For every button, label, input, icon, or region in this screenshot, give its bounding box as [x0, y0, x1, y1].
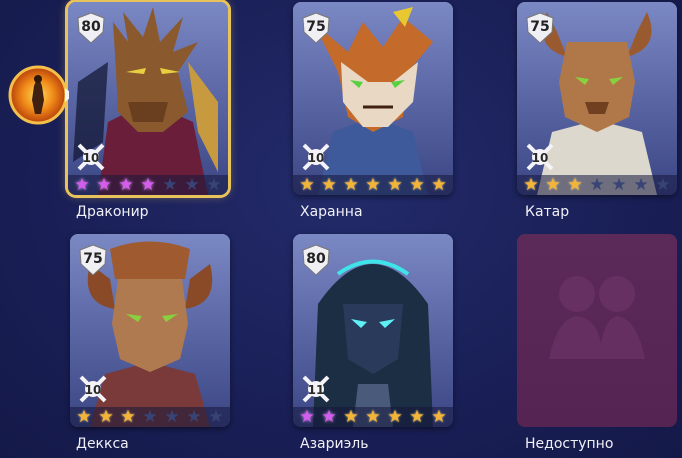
star-row: ★ ★ ★ ★ ★ ★ ★: [70, 407, 230, 427]
star-icon-gold: ★: [343, 407, 359, 427]
locked-silhouette-icon: [549, 276, 645, 359]
level-value: 75: [530, 19, 550, 35]
star-icon-gold: ★: [299, 175, 315, 195]
star-icon-gold: ★: [431, 407, 447, 427]
star-icon-gold: ★: [409, 175, 425, 195]
star-icon-purple: ★: [321, 407, 337, 427]
rank-crossed-swords-icon: 10: [525, 142, 555, 172]
level-value: 80: [306, 251, 326, 267]
hero-card-azariel[interactable]: 80 11 ★ ★ ★ ★ ★ ★ ★: [293, 234, 453, 427]
active-skill-icon[interactable]: [7, 64, 69, 126]
star-row: ★ ★ ★ ★ ★ ★ ★: [68, 175, 228, 195]
rank-value: 10: [307, 151, 325, 165]
hero-card-drakonir[interactable]: 80 10 ★ ★ ★ ★ ★ ★ ★: [65, 0, 231, 198]
hero-name: Деккса: [76, 436, 129, 452]
star-icon-gold: ★: [76, 407, 92, 427]
hero-card-katar[interactable]: 75 10 ★ ★ ★ ★ ★ ★ ★: [517, 2, 677, 195]
star-icon-gold: ★: [523, 175, 539, 195]
hero-name: Катар: [525, 204, 570, 220]
hero-name: Азариэль: [300, 436, 369, 452]
hero-card-kharanna[interactable]: 75 10 ★ ★ ★ ★ ★ ★ ★: [293, 2, 453, 195]
star-icon-gold: ★: [431, 175, 447, 195]
star-icon-gold: ★: [120, 407, 136, 427]
star-icon-purple: ★: [140, 175, 156, 195]
star-icon-purple: ★: [299, 407, 315, 427]
star-icon-empty: ★: [208, 407, 224, 427]
hero-name: Харанна: [300, 204, 363, 220]
star-icon-empty: ★: [633, 175, 649, 195]
star-icon-empty: ★: [142, 407, 158, 427]
hero-grid: 80 10 ★ ★ ★ ★ ★ ★ ★ Драконир 75 10 ★ ★ ★…: [0, 0, 682, 458]
rank-crossed-swords-icon: 10: [76, 142, 106, 172]
star-icon-empty: ★: [162, 175, 178, 195]
star-icon-gold: ★: [387, 175, 403, 195]
rank-crossed-swords-icon: 10: [78, 374, 108, 404]
rank-crossed-swords-icon: 11: [301, 374, 331, 404]
star-icon-gold: ★: [365, 175, 381, 195]
level-value: 75: [83, 251, 103, 267]
star-icon-empty: ★: [186, 407, 202, 427]
rank-value: 10: [84, 383, 102, 397]
star-icon-gold: ★: [567, 175, 583, 195]
level-badge: 80: [76, 12, 106, 44]
rank-value: 11: [307, 383, 325, 397]
star-icon-empty: ★: [206, 175, 222, 195]
star-icon-purple: ★: [74, 175, 90, 195]
star-icon-gold: ★: [365, 407, 381, 427]
hero-card-dekksa[interactable]: 75 10 ★ ★ ★ ★ ★ ★ ★: [70, 234, 230, 427]
star-icon-gold: ★: [545, 175, 561, 195]
locked-slot-label: Недоступно: [525, 436, 614, 452]
star-row: ★ ★ ★ ★ ★ ★ ★: [293, 407, 453, 427]
level-value: 80: [81, 19, 101, 35]
star-row: ★ ★ ★ ★ ★ ★ ★: [517, 175, 677, 195]
star-icon-gold: ★: [98, 407, 114, 427]
rank-crossed-swords-icon: 10: [301, 142, 331, 172]
hero-name: Драконир: [76, 204, 149, 220]
star-icon-gold: ★: [409, 407, 425, 427]
rank-value: 10: [82, 151, 100, 165]
star-icon-empty: ★: [164, 407, 180, 427]
star-icon-gold: ★: [321, 175, 337, 195]
star-icon-empty: ★: [184, 175, 200, 195]
level-badge: 75: [525, 12, 555, 44]
locked-hero-slot[interactable]: [517, 234, 677, 427]
level-badge: 75: [301, 12, 331, 44]
star-icon-gold: ★: [387, 407, 403, 427]
star-icon-empty: ★: [655, 175, 671, 195]
level-badge: 75: [78, 244, 108, 276]
level-value: 75: [306, 19, 326, 35]
rank-value: 10: [531, 151, 549, 165]
star-icon-gold: ★: [343, 175, 359, 195]
level-badge: 80: [301, 244, 331, 276]
star-icon-empty: ★: [611, 175, 627, 195]
star-icon-purple: ★: [96, 175, 112, 195]
star-icon-empty: ★: [589, 175, 605, 195]
star-row: ★ ★ ★ ★ ★ ★ ★: [293, 175, 453, 195]
star-icon-purple: ★: [118, 175, 134, 195]
